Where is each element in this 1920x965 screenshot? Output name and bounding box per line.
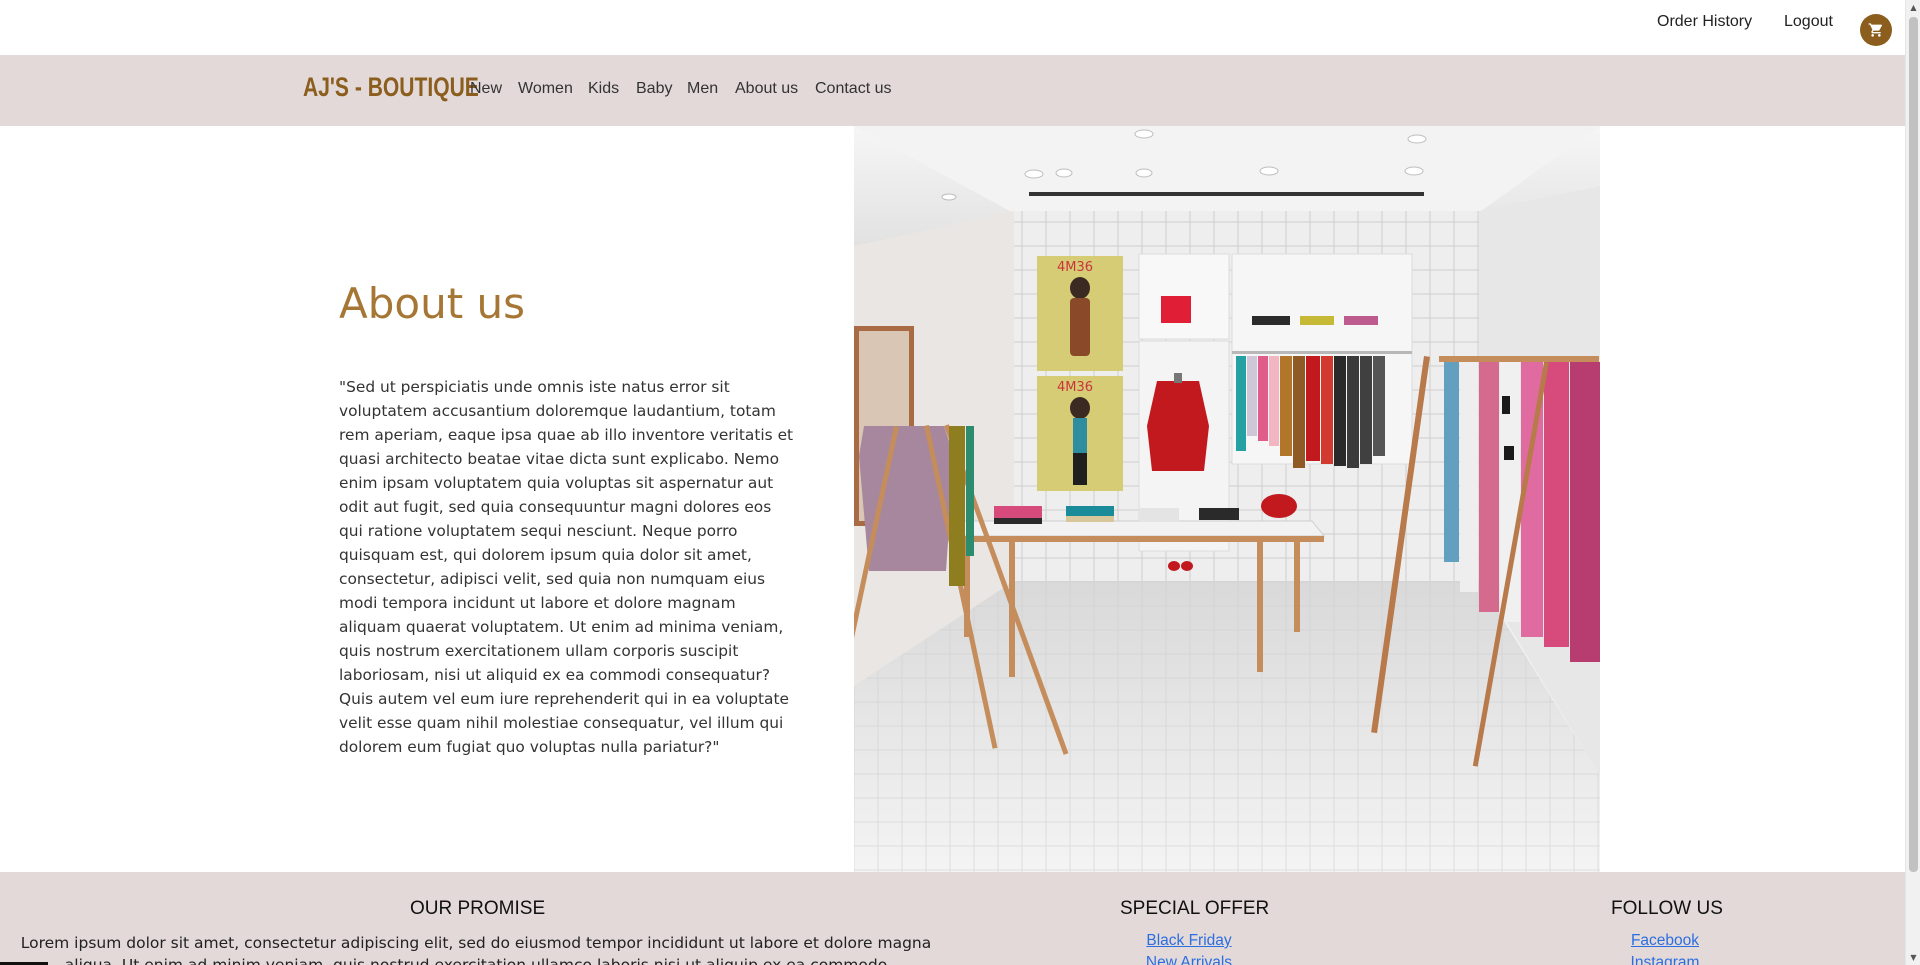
page-title: About us	[339, 279, 526, 328]
our-promise-text: Lorem ipsum dolor sit amet, consectetur …	[20, 934, 932, 965]
store-illustration: 4M36 4M36	[854, 126, 1600, 872]
scroll-up-arrow-icon[interactable]: ▲	[1909, 3, 1918, 12]
poster-label: 4M36	[1057, 260, 1093, 275]
main-navbar: AJ'S - BOUTIQUE New Women Kids Baby Men …	[0, 55, 1905, 126]
site-footer: OUR PROMISE Lorem ipsum dolor sit amet, …	[0, 872, 1905, 965]
special-offer-heading: SPECIAL OFFER	[1120, 898, 1270, 919]
nav-item-kids[interactable]: Kids	[588, 80, 619, 98]
black-friday-link[interactable]: Black Friday	[1146, 932, 1231, 950]
logout-link[interactable]: Logout	[1784, 13, 1833, 31]
top-bar: Order History Logout	[0, 0, 1905, 55]
nav-item-contact-us[interactable]: Contact us	[815, 80, 891, 98]
nav-item-new[interactable]: New	[470, 80, 502, 98]
new-arrivals-link[interactable]: New Arrivals	[1146, 954, 1232, 965]
nav-item-baby[interactable]: Baby	[636, 80, 672, 98]
scroll-thumb[interactable]	[1909, 17, 1918, 872]
brand-logo[interactable]: AJ'S - BOUTIQUE	[303, 72, 479, 103]
instagram-link[interactable]: Instagram	[1631, 954, 1700, 965]
nav-item-about-us[interactable]: About us	[735, 80, 798, 98]
about-description: "Sed ut perspiciatis unde omnis iste nat…	[339, 378, 794, 756]
vertical-scrollbar[interactable]: ▲ ▼	[1905, 0, 1920, 965]
nav-item-women[interactable]: Women	[518, 80, 573, 98]
shopping-cart-icon	[1868, 23, 1883, 37]
follow-us-heading: FOLLOW US	[1611, 898, 1723, 919]
scroll-down-arrow-icon[interactable]: ▼	[1909, 953, 1918, 962]
cart-button[interactable]	[1860, 14, 1892, 46]
our-promise-heading: OUR PROMISE	[410, 898, 546, 919]
store-interior-image: 4M36 4M36	[854, 126, 1600, 872]
order-history-link[interactable]: Order History	[1657, 13, 1752, 31]
nav-item-men[interactable]: Men	[687, 80, 718, 98]
page: Order History Logout AJ'S - BOUTIQUE New…	[0, 0, 1920, 965]
facebook-link[interactable]: Facebook	[1631, 932, 1699, 950]
poster-label: 4M36	[1057, 380, 1093, 395]
